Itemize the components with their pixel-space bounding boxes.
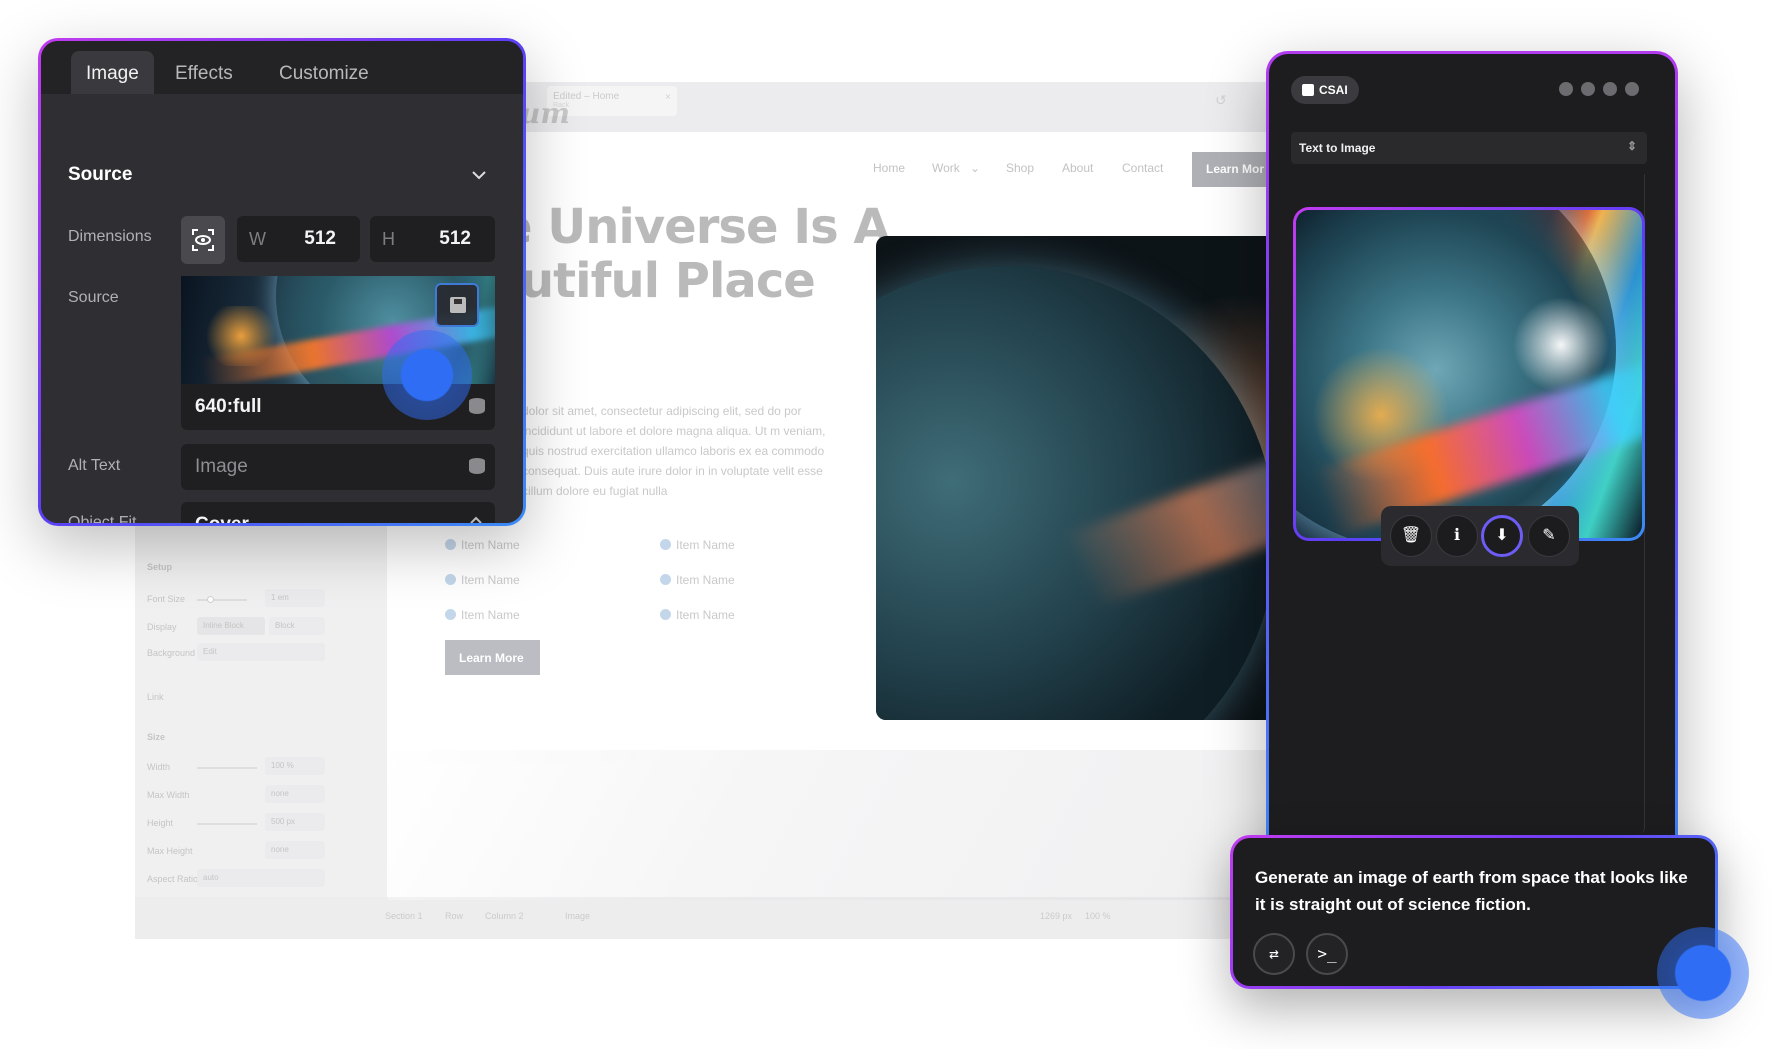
- nav-about[interactable]: About: [1062, 161, 1093, 175]
- cursor-indicator: [1657, 927, 1749, 1019]
- width-value: 512: [304, 228, 336, 249]
- list-item: Item Name: [445, 538, 520, 552]
- object-fit-select[interactable]: Cover: [181, 502, 495, 523]
- cursor-indicator: [382, 330, 472, 420]
- height-value: 512: [439, 228, 471, 249]
- decorative-background-shape: [388, 750, 1288, 900]
- trash-icon[interactable]: 🗑: [1390, 515, 1432, 557]
- width-field[interactable]: W 512: [237, 216, 360, 262]
- chevron-down-icon: ⌄: [970, 161, 981, 175]
- database-icon[interactable]: [469, 458, 485, 476]
- prompt-box: Generate an image of earth from space th…: [1230, 835, 1718, 989]
- alt-text-placeholder: Image: [195, 456, 248, 477]
- list-item-label: Item Name: [461, 608, 520, 622]
- alt-text-label: Alt Text: [68, 457, 121, 474]
- focus-eye-icon: [192, 229, 214, 251]
- csai-badge-label: CSAI: [1319, 83, 1348, 97]
- generated-image-frame: [1293, 207, 1645, 541]
- check-icon: [445, 539, 456, 550]
- generated-image[interactable]: [1296, 210, 1642, 538]
- check-icon: [660, 539, 671, 550]
- terminal-icon[interactable]: >_: [1306, 933, 1348, 975]
- nav-home[interactable]: Home: [873, 161, 905, 175]
- image-inspector-panel: Image Effects Customize Source Dimension…: [38, 38, 526, 526]
- list-item: Item Name: [445, 608, 520, 622]
- list-item-label: Item Name: [461, 538, 520, 552]
- check-icon: [660, 609, 671, 620]
- check-icon: [445, 609, 456, 620]
- updown-chevron-icon: [470, 516, 482, 523]
- width-prefix: W: [249, 229, 266, 249]
- hero-body-text: dolor sit amet, consectetur adipiscing e…: [522, 404, 826, 498]
- site-logo: um: [520, 97, 570, 130]
- tab-effects[interactable]: Effects: [160, 51, 248, 94]
- learn-more-button[interactable]: Learn More: [445, 640, 540, 675]
- object-fit-value: Cover: [195, 514, 249, 523]
- save-icon[interactable]: ⬇: [1481, 515, 1523, 557]
- nav-work[interactable]: Work: [932, 161, 960, 175]
- list-item: Item Name: [660, 608, 735, 622]
- mode-select-value: Text to Image: [1299, 141, 1376, 155]
- list-item: Item Name: [445, 573, 520, 587]
- check-icon: [445, 574, 456, 585]
- sliders-icon[interactable]: ⇄: [1253, 933, 1295, 975]
- list-icon[interactable]: [1581, 82, 1595, 96]
- info-icon[interactable]: ℹ: [1436, 515, 1478, 557]
- chevron-down-icon[interactable]: [471, 169, 487, 181]
- csai-panel: CSAI Text to Image ⇕ 🗑 ℹ ⬇ ✎: [1266, 51, 1678, 901]
- database-icon[interactable]: [469, 398, 485, 416]
- tab-image[interactable]: Image: [71, 51, 154, 94]
- source-label: Source: [68, 289, 119, 306]
- aspect-lock-button[interactable]: [181, 216, 225, 264]
- updown-chevron-icon: ⇕: [1626, 139, 1637, 153]
- inspector-tabs: Image Effects Customize: [41, 41, 523, 94]
- list-item-label: Item Name: [676, 608, 735, 622]
- height-field[interactable]: H 512: [370, 216, 495, 262]
- csai-badge: CSAI: [1291, 76, 1359, 104]
- save-icon: [1302, 84, 1314, 96]
- add-icon[interactable]: [1559, 82, 1573, 96]
- hero-earth-image[interactable]: [876, 236, 1286, 720]
- object-fit-label: Object Fit: [68, 514, 137, 523]
- save-to-library-button[interactable]: [435, 283, 479, 327]
- close-icon[interactable]: [1625, 82, 1639, 96]
- alt-text-input[interactable]: Image: [181, 444, 495, 490]
- gear-icon[interactable]: [1603, 82, 1617, 96]
- list-item: Item Name: [660, 538, 735, 552]
- nav-shop[interactable]: Shop: [1006, 161, 1034, 175]
- image-action-toolbar: 🗑 ℹ ⬇ ✎: [1381, 506, 1579, 566]
- check-icon: [660, 574, 671, 585]
- pencil-icon[interactable]: ✎: [1528, 515, 1570, 557]
- save-icon: [450, 297, 466, 313]
- nav-contact[interactable]: Contact: [1122, 161, 1163, 175]
- list-item-label: Item Name: [676, 573, 735, 587]
- prompt-input[interactable]: Generate an image of earth from space th…: [1255, 864, 1695, 918]
- source-value: 640:full: [195, 396, 262, 417]
- source-section-heading[interactable]: Source: [68, 164, 132, 186]
- height-prefix: H: [382, 229, 395, 249]
- tab-customize[interactable]: Customize: [264, 51, 384, 94]
- list-item-label: Item Name: [676, 538, 735, 552]
- mode-select[interactable]: Text to Image ⇕: [1291, 132, 1647, 164]
- dimensions-label: Dimensions: [68, 228, 152, 245]
- list-item: Item Name: [660, 573, 735, 587]
- list-item-label: Item Name: [461, 573, 520, 587]
